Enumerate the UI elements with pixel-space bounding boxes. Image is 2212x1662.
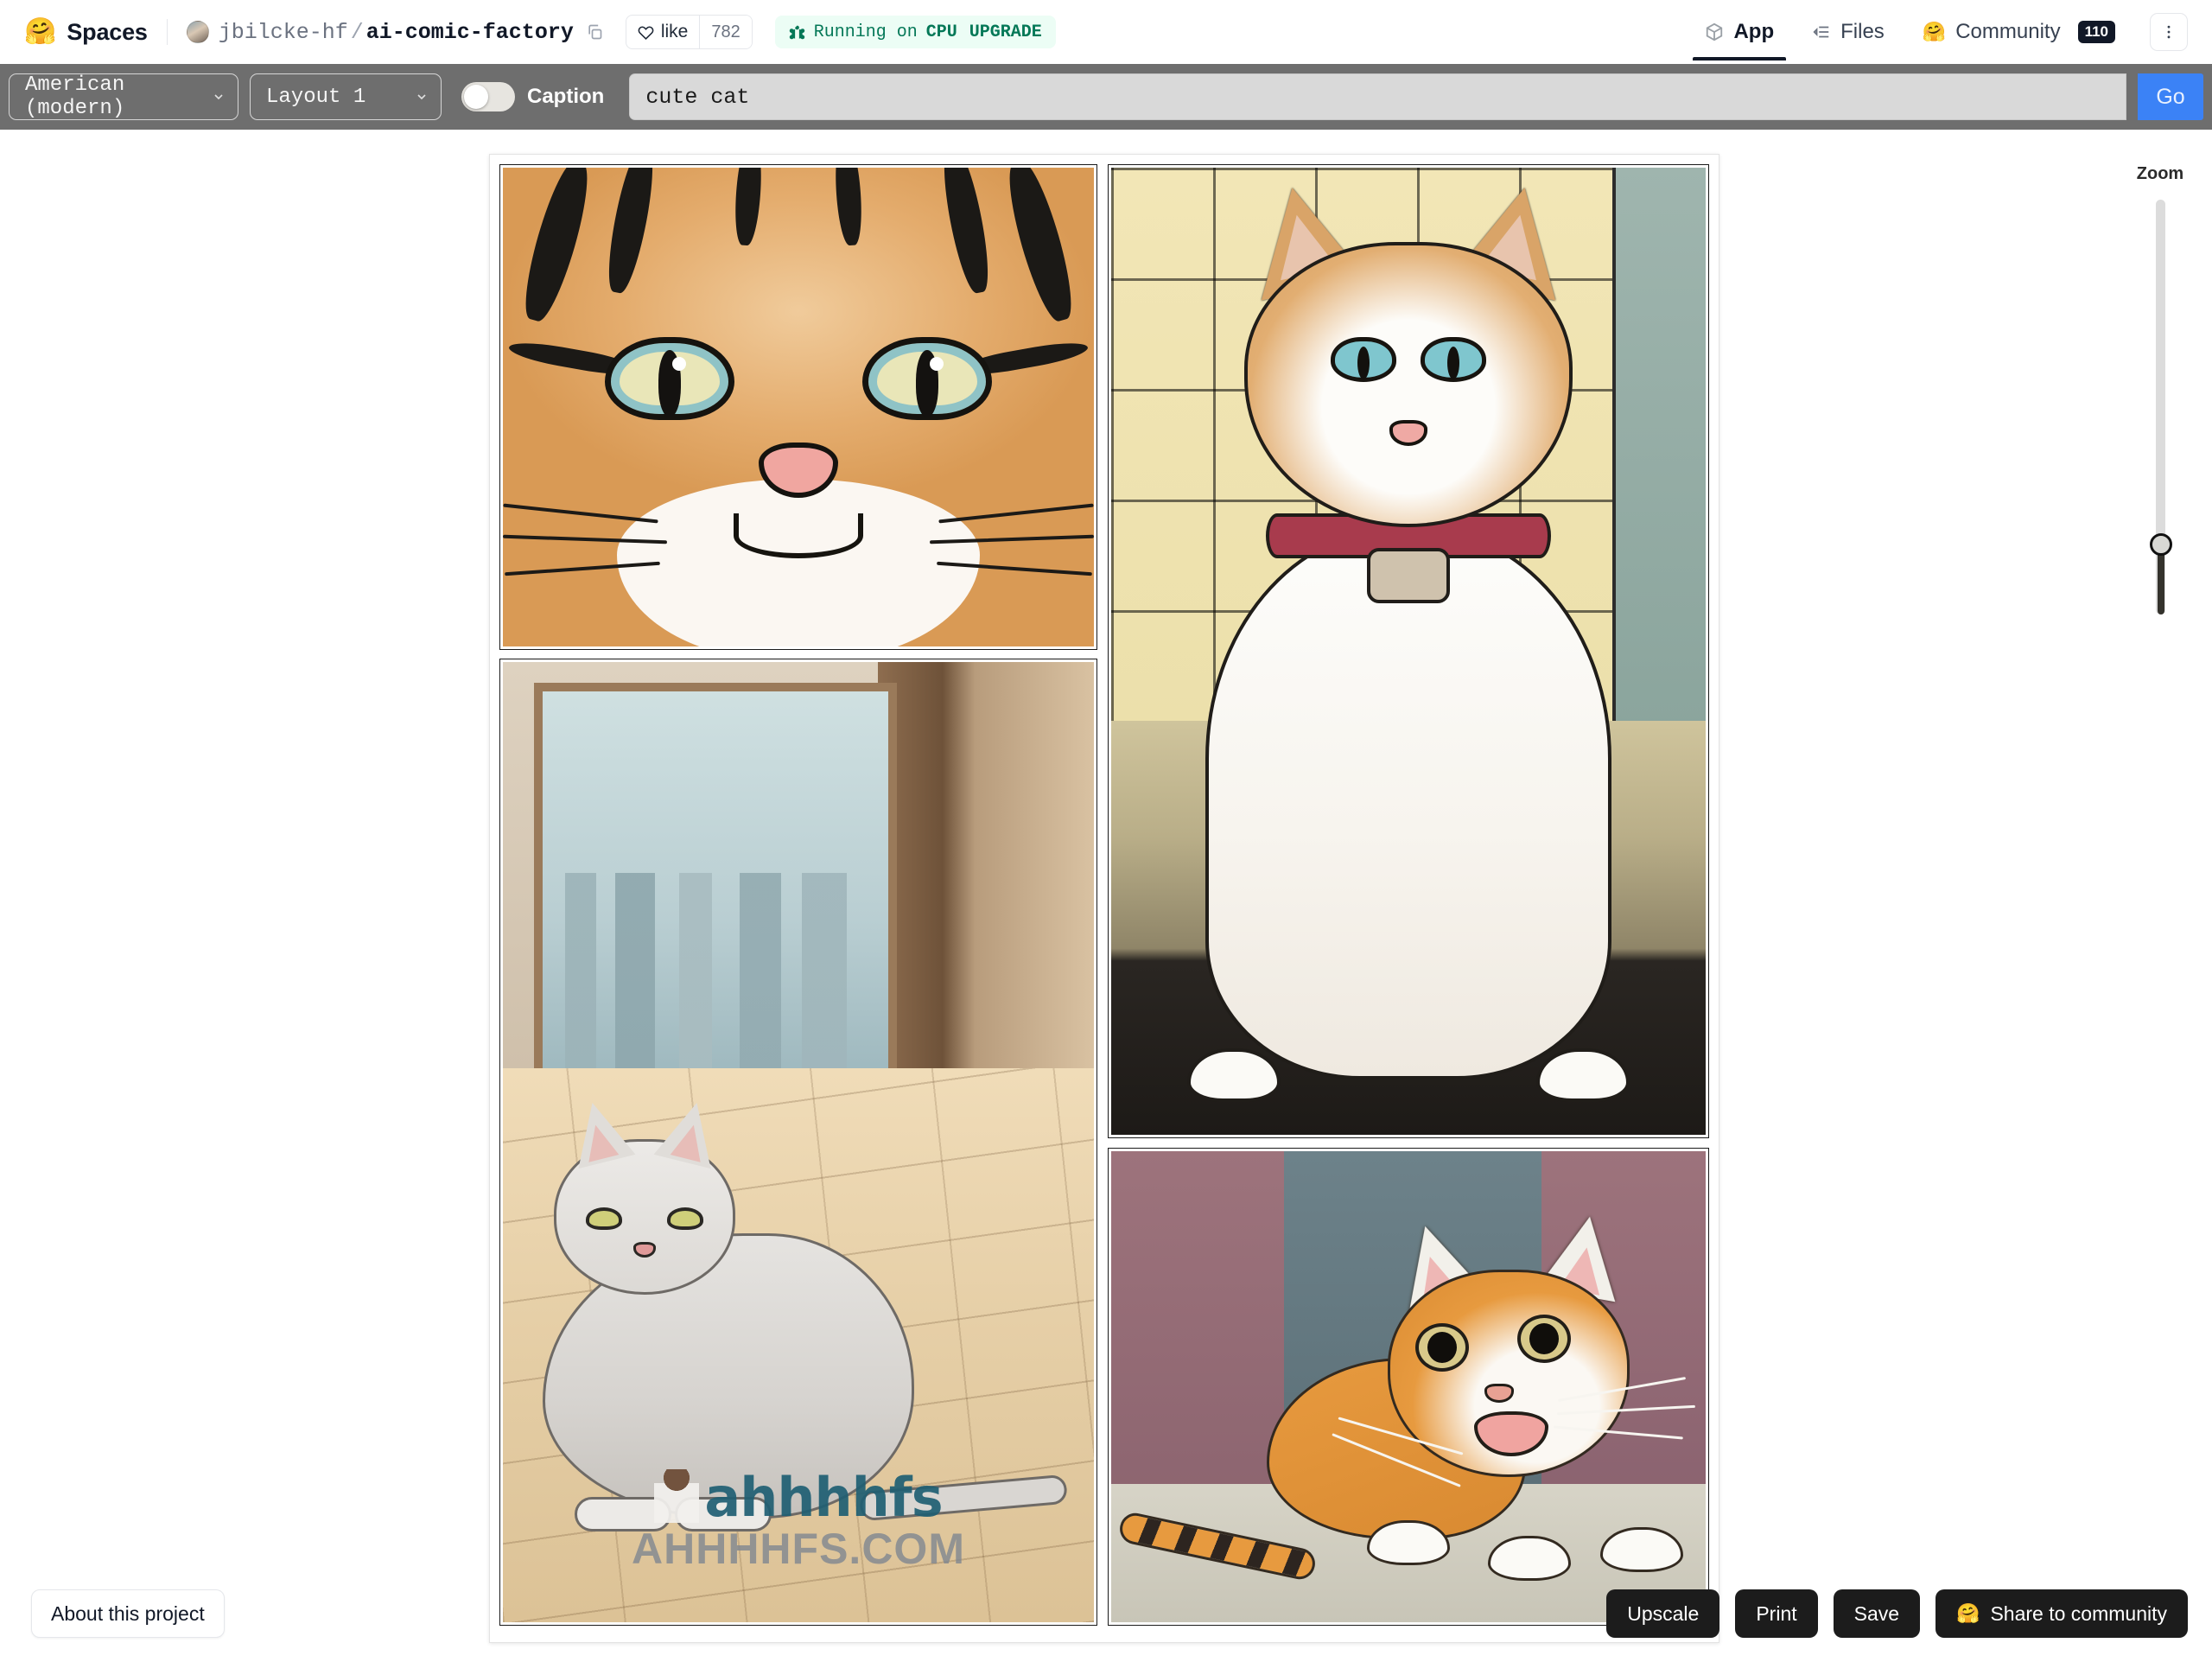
style-select[interactable]: American (modern) [9, 73, 238, 120]
go-button[interactable]: Go [2138, 73, 2203, 120]
prompt-value: cute cat [645, 84, 750, 110]
zoom-control[interactable]: Zoom [2126, 164, 2195, 614]
copy-icon[interactable] [586, 23, 603, 41]
tab-community[interactable]: 🤗 Community 110 [1904, 3, 2134, 60]
tab-app-label: App [1733, 20, 1775, 43]
comic-panel-2[interactable] [1108, 164, 1709, 1138]
like-count: 782 [699, 16, 752, 48]
style-select-value: American (modern) [25, 73, 125, 120]
tab-community-label: Community [1955, 20, 2061, 43]
community-count-badge: 110 [2077, 21, 2115, 43]
breadcrumb: jbilcke-hf / ai-comic-factory [186, 19, 603, 45]
save-label: Save [1853, 1602, 1900, 1625]
about-this-project-button[interactable]: About this project [31, 1589, 225, 1638]
editor-toolbar: American (modern) Layout 1 Caption cute … [0, 64, 2212, 130]
status-running-text: Running on [813, 22, 918, 42]
panel-1-art [503, 168, 1094, 646]
header-left-group: 🤗 Spaces jbilcke-hf / ai-comic-factory l… [24, 15, 1686, 49]
layout-select[interactable]: Layout 1 [250, 73, 442, 120]
spaces-link[interactable]: Spaces [67, 19, 148, 46]
panel-2-art [1111, 168, 1706, 1135]
spinner-icon [789, 25, 804, 39]
chevron-down-icon [212, 90, 226, 104]
cube-icon [1707, 22, 1723, 41]
breadcrumb-owner[interactable]: jbilcke-hf [219, 20, 348, 45]
comic-page[interactable]: ahhhhfs AHHHHFS.COM [489, 154, 1719, 1643]
like-group[interactable]: like 782 [625, 15, 753, 49]
comic-panel-3[interactable]: ahhhhfs AHHHHFS.COM [499, 659, 1097, 1626]
tab-app[interactable]: App [1686, 3, 1793, 60]
status-hardware: CPU [925, 22, 957, 42]
share-label: Share to community [1990, 1602, 2167, 1625]
files-icon [1813, 26, 1829, 38]
hugging-face-icon: 🤗 [1956, 1602, 1980, 1624]
kebab-menu-icon[interactable] [2150, 13, 2188, 51]
zoom-slider[interactable] [2150, 200, 2172, 614]
panel-3-art: ahhhhfs AHHHHFS.COM [503, 662, 1094, 1622]
header-nav: App Files 🤗 Community 110 [1686, 3, 2188, 60]
canvas-stage[interactable]: ahhhhfs AHHHHFS.COM Zoom About this proj… [0, 130, 2212, 1662]
header-divider [166, 19, 168, 45]
print-label: Print [1756, 1602, 1797, 1625]
app-header: 🤗 Spaces jbilcke-hf / ai-comic-factory l… [0, 0, 2212, 64]
zoom-label: Zoom [2136, 164, 2184, 183]
print-button[interactable]: Print [1735, 1589, 1818, 1638]
panel-4-art [1111, 1151, 1706, 1622]
status-badge: Running on CPU UPGRADE [774, 16, 1056, 48]
upscale-button[interactable]: Upscale [1606, 1589, 1720, 1638]
breadcrumb-repo[interactable]: ai-comic-factory [366, 20, 574, 45]
heart-icon [638, 25, 654, 40]
caption-toggle[interactable] [461, 82, 515, 111]
hugging-face-icon: 🤗 [1922, 21, 1947, 42]
caption-toggle-group[interactable]: Caption [461, 82, 604, 111]
tab-files-label: Files [1840, 20, 1885, 43]
hugging-face-logo-icon: 🤗 [24, 17, 57, 46]
zoom-slider-thumb[interactable] [2150, 533, 2172, 556]
avatar [186, 21, 209, 43]
chevron-down-icon [415, 90, 429, 104]
zoom-slider-fill [2158, 547, 2164, 614]
upscale-label: Upscale [1627, 1602, 1700, 1625]
action-bar: Upscale Print Save 🤗 Share to community [1606, 1589, 2188, 1638]
comic-panel-4[interactable] [1108, 1148, 1709, 1626]
layout-select-value: Layout 1 [266, 85, 366, 109]
like-button[interactable]: like [626, 16, 700, 48]
save-button[interactable]: Save [1833, 1589, 1921, 1638]
caption-label: Caption [527, 85, 605, 108]
breadcrumb-separator: / [350, 19, 364, 45]
prompt-input[interactable]: cute cat [629, 73, 2126, 120]
share-to-community-button[interactable]: 🤗 Share to community [1936, 1589, 2188, 1638]
toggle-knob [464, 85, 488, 109]
like-label: like [660, 22, 689, 41]
comic-panel-1[interactable] [499, 164, 1097, 650]
tab-files[interactable]: Files [1793, 3, 1904, 60]
status-upgrade-link[interactable]: UPGRADE [969, 22, 1042, 42]
